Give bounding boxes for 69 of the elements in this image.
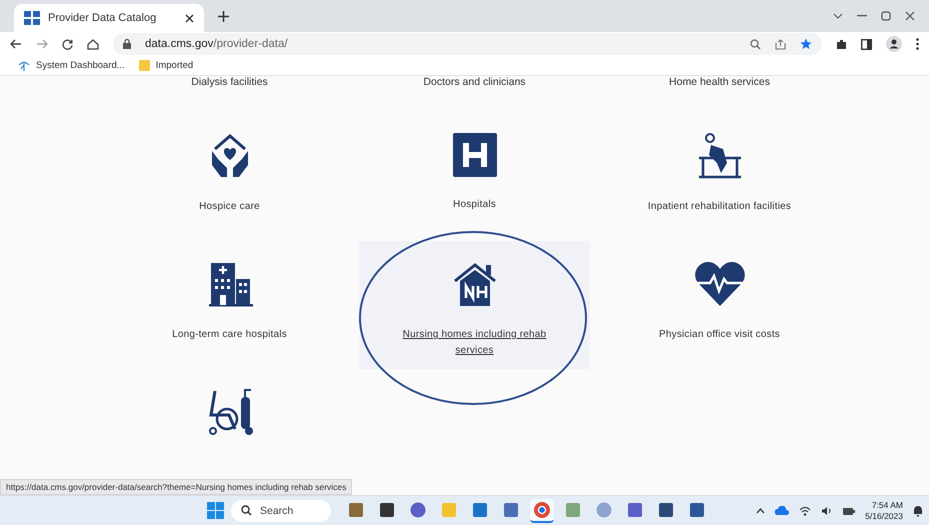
app-icon — [658, 502, 674, 518]
category-label[interactable]: Inpatient rehabilitation facilities — [648, 199, 792, 215]
category-card[interactable]: Inpatient rehabilitation facilities — [604, 113, 835, 241]
category-label[interactable]: Long-term care hospitals — [172, 327, 287, 343]
site-logo-icon — [24, 11, 40, 25]
bookmark[interactable]: System Dashboard... — [18, 60, 125, 72]
bookmark[interactable]: Imported — [138, 60, 194, 71]
browser-tab[interactable]: Provider Data Catalog — [14, 4, 204, 32]
back-icon[interactable] — [10, 39, 22, 49]
tab-title: Provider Data Catalog — [48, 12, 158, 24]
taskbar-app[interactable] — [530, 498, 554, 522]
category-card[interactable]: Long-term care hospitals — [114, 241, 345, 369]
folder-icon — [138, 60, 150, 71]
more-icon[interactable] — [916, 38, 919, 50]
app-icon — [472, 502, 488, 518]
app-icon — [534, 502, 550, 518]
new-tab-icon[interactable] — [218, 10, 229, 22]
profile-icon[interactable] — [886, 36, 902, 52]
reload-icon[interactable] — [62, 38, 73, 50]
app-icon — [689, 502, 705, 518]
app-icon — [503, 502, 519, 518]
lock-icon — [123, 39, 131, 49]
category-card[interactable]: Physician office visit costs — [604, 241, 835, 369]
speaker-icon[interactable] — [821, 506, 832, 516]
category-label[interactable]: Physician office visit costs — [658, 327, 780, 343]
battery-icon[interactable] — [842, 506, 856, 516]
category-label[interactable]: Dialysis facilities — [191, 76, 268, 88]
minimize-icon[interactable] — [857, 15, 867, 17]
star-icon[interactable] — [800, 38, 812, 50]
home-icon[interactable] — [87, 38, 99, 50]
app-icon — [379, 502, 395, 518]
close-icon[interactable] — [905, 11, 915, 21]
category-label[interactable]: Hospice care — [199, 199, 260, 215]
dashboard-icon — [18, 60, 30, 72]
close-icon[interactable] — [185, 14, 194, 22]
category-label[interactable]: Nursing homes including rehab services — [387, 327, 562, 359]
search-field[interactable]: Search — [231, 500, 331, 522]
app-icon — [410, 502, 426, 518]
search-icon — [241, 505, 252, 516]
side-panel-icon[interactable] — [861, 38, 872, 50]
category-card[interactable]: Hospitals — [359, 113, 590, 241]
hospital-sign-icon — [452, 133, 496, 177]
category-label[interactable]: Doctors and clinicians — [423, 76, 526, 88]
app-icon — [441, 502, 457, 518]
category-card[interactable]: Nursing homes including rehab services — [359, 241, 590, 369]
cloud-icon[interactable] — [775, 506, 790, 515]
app-icon — [348, 502, 364, 518]
hospital-building-icon — [206, 261, 252, 307]
clock[interactable]: 7:54 AM 5/16/2023 — [865, 500, 903, 522]
house-icon — [452, 261, 498, 307]
hands-heart-icon — [210, 133, 250, 179]
zoom-icon[interactable] — [750, 38, 761, 50]
app-icon — [596, 502, 612, 518]
restore-icon[interactable] — [881, 11, 891, 21]
wifi-icon[interactable] — [799, 506, 812, 516]
app-icon — [627, 502, 643, 518]
heartbeat-icon — [694, 261, 746, 307]
category-label[interactable]: Home health services — [669, 76, 770, 88]
address-field[interactable]: data.cms.gov/provider-data/ — [113, 33, 822, 55]
person-parallel-bars-icon — [696, 133, 742, 179]
bell-icon[interactable] — [913, 504, 923, 516]
windows-start-icon[interactable] — [207, 502, 224, 519]
share-icon[interactable] — [775, 38, 786, 50]
category-label[interactable]: Hospitals — [453, 197, 496, 213]
app-icon — [565, 502, 581, 518]
chevron-up-icon[interactable] — [756, 508, 766, 514]
chevron-down-icon[interactable] — [833, 13, 843, 19]
link-preview: https://data.cms.gov/provider-data/search?theme=Nursing homes including rehab services — [0, 479, 352, 495]
category-card[interactable]: Hospice care — [114, 113, 345, 241]
